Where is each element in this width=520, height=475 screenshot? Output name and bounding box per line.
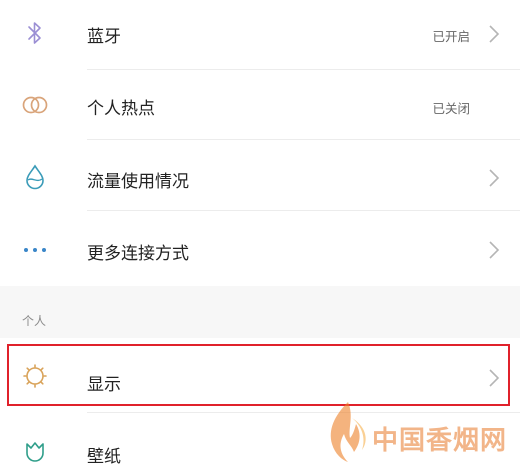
settings-item-bluetooth[interactable]: 蓝牙 已开启 bbox=[0, 0, 520, 68]
section-gap bbox=[0, 286, 520, 338]
settings-item-data-usage[interactable]: 流量使用情况 bbox=[0, 140, 520, 210]
chevron-right-icon bbox=[489, 241, 500, 259]
more-connections-label: 更多连接方式 bbox=[87, 244, 189, 264]
data-usage-label: 流量使用情况 bbox=[87, 172, 189, 192]
settings-item-more-connections[interactable]: 更多连接方式 bbox=[0, 211, 520, 286]
settings-item-wallpaper[interactable]: 壁纸 bbox=[0, 413, 520, 475]
hotspot-label: 个人热点 bbox=[87, 99, 155, 119]
wallpaper-tulip-icon bbox=[20, 437, 50, 467]
display-label: 显示 bbox=[87, 375, 121, 395]
display-sun-icon bbox=[20, 361, 50, 391]
bluetooth-label: 蓝牙 bbox=[87, 27, 121, 47]
hotspot-status: 已关闭 bbox=[432, 101, 470, 116]
bluetooth-icon bbox=[20, 18, 50, 48]
bluetooth-status: 已开启 bbox=[432, 29, 470, 44]
data-usage-icon bbox=[20, 162, 50, 192]
chevron-right-icon bbox=[489, 369, 500, 387]
settings-item-display[interactable]: 显示 bbox=[0, 338, 520, 412]
chevron-right-icon bbox=[489, 25, 500, 43]
chevron-right-icon bbox=[489, 169, 500, 187]
settings-screen: 蓝牙 已开启 个人热点 已关闭 流量使用情况 更多连接方式 个人 显示 壁纸 中… bbox=[0, 0, 520, 475]
wallpaper-label: 壁纸 bbox=[87, 447, 121, 467]
more-dots-icon bbox=[20, 235, 50, 265]
hotspot-icon bbox=[20, 90, 50, 120]
section-header-personal: 个人 bbox=[22, 314, 47, 328]
settings-item-hotspot[interactable]: 个人热点 已关闭 bbox=[0, 70, 520, 139]
